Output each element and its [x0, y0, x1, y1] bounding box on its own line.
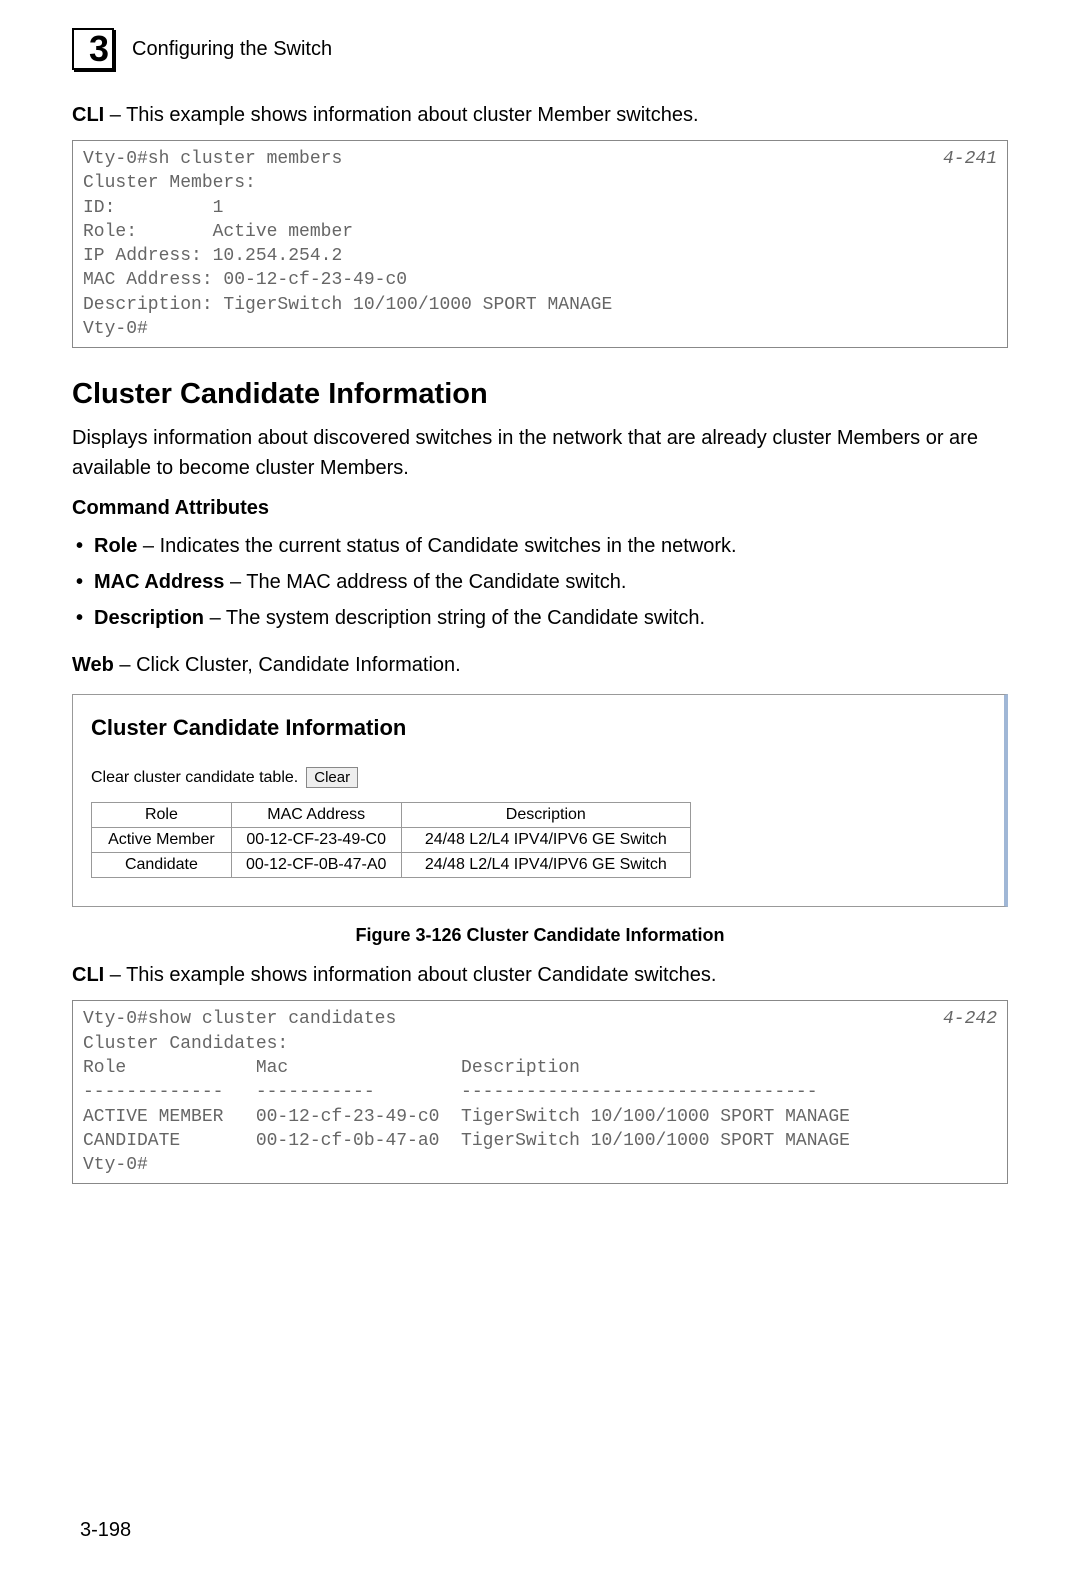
attr-def: – The system description string of the C…	[204, 607, 705, 629]
web-intro: Web – Click Cluster, Candidate Informati…	[72, 650, 1008, 680]
attr-def: – Indicates the current status of Candid…	[137, 535, 736, 557]
web-intro-bold: Web	[72, 654, 114, 676]
cli1-text: Vty-0#sh cluster members Cluster Members…	[83, 147, 612, 341]
web-ui-panel: Cluster Candidate Information Clear clus…	[72, 694, 1008, 907]
table-header-row: Role MAC Address Description	[92, 803, 691, 828]
chapter-number: 3	[89, 31, 109, 67]
cell-desc: 24/48 L2/L4 IPV4/IPV6 GE Switch	[401, 853, 690, 878]
table-row: Active Member 00-12-CF-23-49-C0 24/48 L2…	[92, 828, 691, 853]
cli2-intro: CLI – This example shows information abo…	[72, 960, 1008, 990]
cli2-block: Vty-0#show cluster candidates Cluster Ca…	[72, 1000, 1008, 1184]
attr-term: MAC Address	[94, 571, 224, 593]
chapter-title: Configuring the Switch	[132, 38, 332, 61]
attr-def: – The MAC address of the Candidate switc…	[224, 571, 626, 593]
section-description: Displays information about discovered sw…	[72, 423, 1008, 483]
cli2-pageref: 4-242	[933, 1007, 997, 1177]
clear-label: Clear cluster candidate table.	[91, 769, 298, 787]
cli1-block: Vty-0#sh cluster members Cluster Members…	[72, 140, 1008, 348]
attr-item: Description – The system description str…	[72, 602, 1008, 634]
cell-desc: 24/48 L2/L4 IPV4/IPV6 GE Switch	[401, 828, 690, 853]
attr-item: MAC Address – The MAC address of the Can…	[72, 566, 1008, 598]
clear-row: Clear cluster candidate table. Clear	[91, 767, 986, 788]
cli1-intro: CLI – This example shows information abo…	[72, 100, 1008, 130]
table-row: Candidate 00-12-CF-0B-47-A0 24/48 L2/L4 …	[92, 853, 691, 878]
cell-role: Active Member	[92, 828, 232, 853]
page-number: 3-198	[80, 1519, 131, 1542]
col-desc-header: Description	[401, 803, 690, 828]
section-heading: Cluster Candidate Information	[72, 378, 1008, 411]
command-attributes-heading: Command Attributes	[72, 497, 1008, 520]
col-role-header: Role	[92, 803, 232, 828]
cli1-pageref: 4-241	[933, 147, 997, 341]
chapter-badge: 3	[72, 28, 114, 70]
cli2-intro-bold: CLI	[72, 964, 104, 986]
attr-term: Description	[94, 607, 204, 629]
command-attributes-list: Role – Indicates the current status of C…	[72, 530, 1008, 634]
attr-item: Role – Indicates the current status of C…	[72, 530, 1008, 562]
cli2-text: Vty-0#show cluster candidates Cluster Ca…	[83, 1007, 850, 1177]
web-ui-title: Cluster Candidate Information	[91, 715, 986, 741]
attr-term: Role	[94, 535, 137, 557]
col-mac-header: MAC Address	[231, 803, 401, 828]
cell-mac: 00-12-CF-23-49-C0	[231, 828, 401, 853]
cli1-intro-rest: – This example shows information about c…	[104, 104, 698, 126]
cell-role: Candidate	[92, 853, 232, 878]
figure-caption: Figure 3-126 Cluster Candidate Informati…	[72, 925, 1008, 946]
page-header: 3 Configuring the Switch	[72, 28, 1008, 70]
clear-button[interactable]: Clear	[306, 767, 358, 788]
cli2-intro-rest: – This example shows information about c…	[104, 964, 716, 986]
candidate-table: Role MAC Address Description Active Memb…	[91, 802, 691, 878]
cell-mac: 00-12-CF-0B-47-A0	[231, 853, 401, 878]
cli1-intro-bold: CLI	[72, 104, 104, 126]
web-intro-rest: – Click Cluster, Candidate Information.	[114, 654, 461, 676]
